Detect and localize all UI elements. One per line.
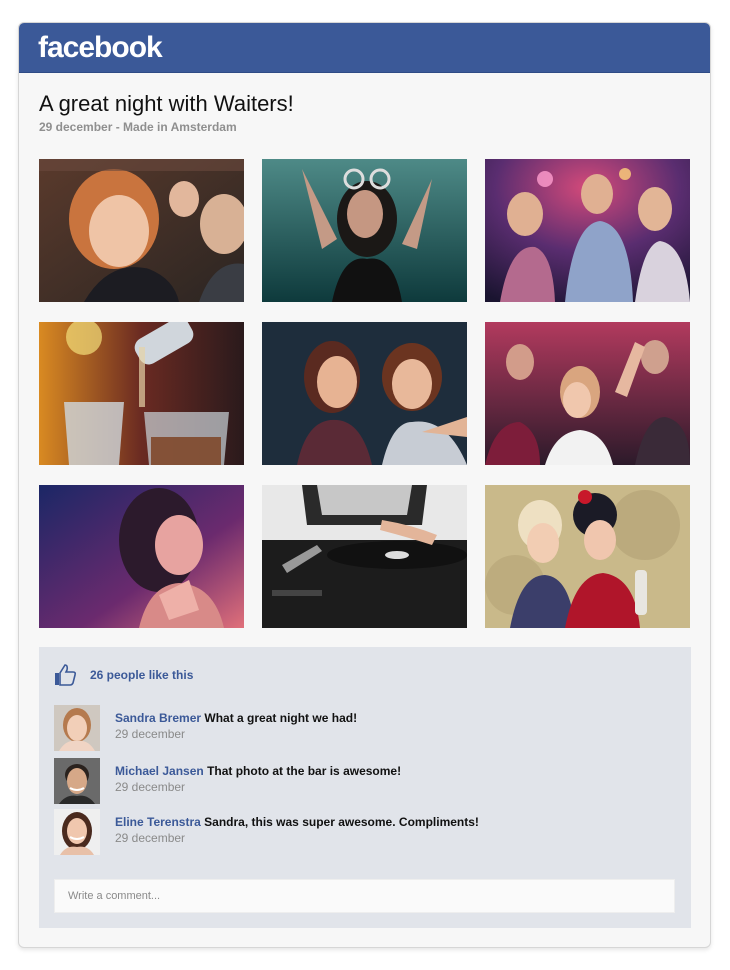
photo-friends-smiling-image [262,322,467,465]
photo-pouring-drinks[interactable] [39,322,244,465]
avatar[interactable] [54,809,100,855]
photo-dj-turntable[interactable] [262,485,467,628]
photo-girl-laughing[interactable] [39,159,244,302]
avatar[interactable] [54,705,100,751]
photo-crowd-cheering-image [485,322,690,465]
comment-text: Sandra, this was super awesome. Complime… [204,815,479,829]
top-bar: facebook [19,23,710,73]
comment-item: Michael Jansen That photo at the bar is … [54,758,401,804]
photo-women-whispering-image [485,485,690,628]
photo-group-dancing[interactable] [485,159,690,302]
facebook-logo[interactable]: facebook [38,31,163,65]
comment-author[interactable]: Eline Terenstra [115,815,201,829]
comment-date: 29 december [115,727,186,741]
photo-friends-smiling[interactable] [262,322,467,465]
photo-pouring-drinks-image [39,322,244,465]
photo-woman-pink-light-image [39,485,244,628]
photo-group-dancing-image [485,159,690,302]
avatar[interactable] [54,758,100,804]
photo-grid [39,159,690,628]
post-card: facebook A great night with Waiters! 29 … [18,22,711,948]
comment-item: Sandra Bremer What a great night we had!… [54,705,357,751]
photo-woman-pink-light[interactable] [39,485,244,628]
social-panel: 26 people like this Sandra Bremer What a… [39,647,691,928]
photo-woman-dancing-sea[interactable] [262,159,467,302]
photo-girl-laughing-image [39,159,244,302]
post-title: A great night with Waiters! [39,91,294,116]
comment-text: That photo at the bar is awesome! [207,764,402,778]
post-meta: 29 december - Made in Amsterdam [39,120,237,134]
comment-author[interactable]: Sandra Bremer [115,711,201,725]
photo-woman-dancing-sea-image [262,159,467,302]
comment-text: What a great night we had! [204,711,358,725]
photo-dj-turntable-image [262,485,467,628]
comment-item: Eline Terenstra Sandra, this was super a… [54,809,479,855]
likes-count[interactable]: 26 people like this [90,668,193,682]
photo-women-whispering[interactable] [485,485,690,628]
comment-input[interactable] [54,879,675,913]
thumbs-up-icon[interactable] [53,663,77,687]
comment-date: 29 december [115,831,186,845]
comment-date: 29 december [115,780,186,794]
likes-row: 26 people like this [53,663,193,687]
photo-crowd-cheering[interactable] [485,322,690,465]
comment-author[interactable]: Michael Jansen [115,764,204,778]
